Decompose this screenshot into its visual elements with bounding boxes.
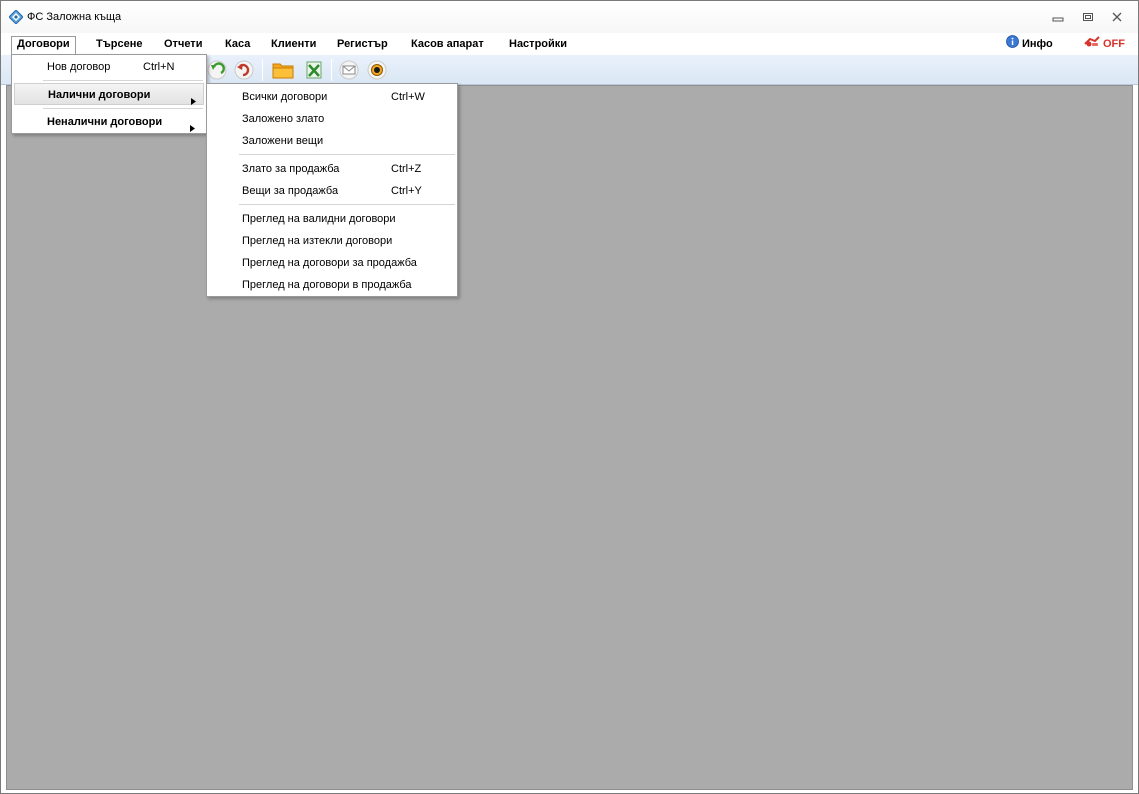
menu-item-label: Злато за продажба [242, 163, 340, 175]
off-button[interactable]: OFF [1084, 36, 1125, 53]
menu-separator [239, 204, 455, 206]
menu-item-label: Всички договори [242, 91, 328, 103]
menu-separator [43, 108, 203, 110]
submenu-item-all-contracts[interactable]: Всички договори Ctrl+W [209, 86, 455, 108]
submenu-item-items-for-sale[interactable]: Вещи за продажба Ctrl+Y [209, 180, 455, 202]
available-contracts-submenu: Всички договори Ctrl+W Заложено злато За… [206, 83, 458, 297]
menu-separator [239, 154, 455, 156]
menu-item-label: Налични договори [48, 89, 151, 101]
excel-icon[interactable] [303, 59, 325, 81]
menu-separator [43, 80, 203, 82]
info-button[interactable]: Инфо [1006, 35, 1053, 54]
info-icon [1006, 35, 1019, 54]
menu-item-label: Нов договор [47, 61, 111, 73]
menu-item-label: Преглед на изтекли договори [242, 235, 393, 247]
menu-item-label: Преглед на договори в продажба [242, 279, 412, 291]
folder-icon[interactable] [272, 59, 294, 81]
submenu-item-contracts-in-sale[interactable]: Преглед на договори в продажба [209, 274, 455, 296]
menu-item-label: Преглед на валидни договори [242, 213, 396, 225]
restore-icon[interactable] [1080, 10, 1096, 24]
menu-item-new-contract[interactable]: Нов договор Ctrl+N [14, 56, 204, 78]
submenu-item-contracts-for-sale[interactable]: Преглед на договори за продажба [209, 252, 455, 274]
contracts-dropdown-menu: Нов договор Ctrl+N Налични договори Нена… [11, 54, 207, 134]
menu-item-label: Вещи за продажба [242, 185, 339, 197]
submenu-item-expired-contracts[interactable]: Преглед на изтекли договори [209, 230, 455, 252]
undo-icon[interactable] [233, 59, 255, 81]
menu-item-available-contracts[interactable]: Налични договори [14, 83, 204, 105]
info-label: Инфо [1022, 38, 1053, 50]
app-logo-icon [8, 9, 24, 25]
menu-settings[interactable]: Настройки [504, 36, 572, 54]
menu-item-label: Заложено злато [242, 113, 325, 125]
app-window: ФС Заложна къща Договори Търсене Отчети … [0, 0, 1139, 794]
submenu-item-pledged-items[interactable]: Заложени вещи [209, 130, 455, 152]
submenu-item-valid-contracts[interactable]: Преглед на валидни договори [209, 208, 455, 230]
menu-item-shortcut: Ctrl+N [143, 61, 175, 73]
mail-icon[interactable] [338, 59, 360, 81]
eye-icon[interactable] [366, 59, 388, 81]
menu-item-label: Неналични договори [47, 116, 163, 128]
window-title: ФС Заложна къща [27, 11, 122, 23]
close-icon[interactable] [1109, 10, 1125, 24]
menu-bar: Договори Търсене Отчети Каса Клиенти Рег… [1, 33, 1138, 55]
menu-item-shortcut: Ctrl+Y [391, 185, 422, 197]
mdi-workspace [6, 85, 1133, 790]
menu-clients[interactable]: Клиенти [266, 36, 321, 54]
submenu-item-gold-for-sale[interactable]: Злато за продажба Ctrl+Z [209, 158, 455, 180]
menu-cash[interactable]: Каса [220, 36, 255, 54]
menu-register[interactable]: Регистър [332, 36, 393, 54]
back-icon[interactable] [206, 59, 228, 81]
off-label: OFF [1103, 38, 1125, 50]
menu-item-unavailable-contracts[interactable]: Неналични договори [14, 111, 204, 133]
title-bar: ФС Заложна къща [1, 1, 1138, 33]
menu-cash-register[interactable]: Касов апарат [406, 36, 489, 54]
menu-item-label: Заложени вещи [242, 135, 324, 147]
minimize-icon[interactable] [1050, 10, 1066, 24]
menu-search[interactable]: Търсене [91, 36, 147, 54]
toolbar-separator [331, 59, 332, 81]
submenu-arrow-icon [190, 118, 195, 140]
menu-item-shortcut: Ctrl+Z [391, 163, 422, 175]
submenu-item-pledged-gold[interactable]: Заложено злато [209, 108, 455, 130]
menu-item-shortcut: Ctrl+W [391, 91, 425, 103]
menu-contracts[interactable]: Договори [11, 36, 76, 54]
menu-item-label: Преглед на договори за продажба [242, 257, 417, 269]
power-off-icon [1084, 35, 1100, 54]
menu-reports[interactable]: Отчети [159, 36, 207, 54]
toolbar-separator [262, 59, 263, 81]
